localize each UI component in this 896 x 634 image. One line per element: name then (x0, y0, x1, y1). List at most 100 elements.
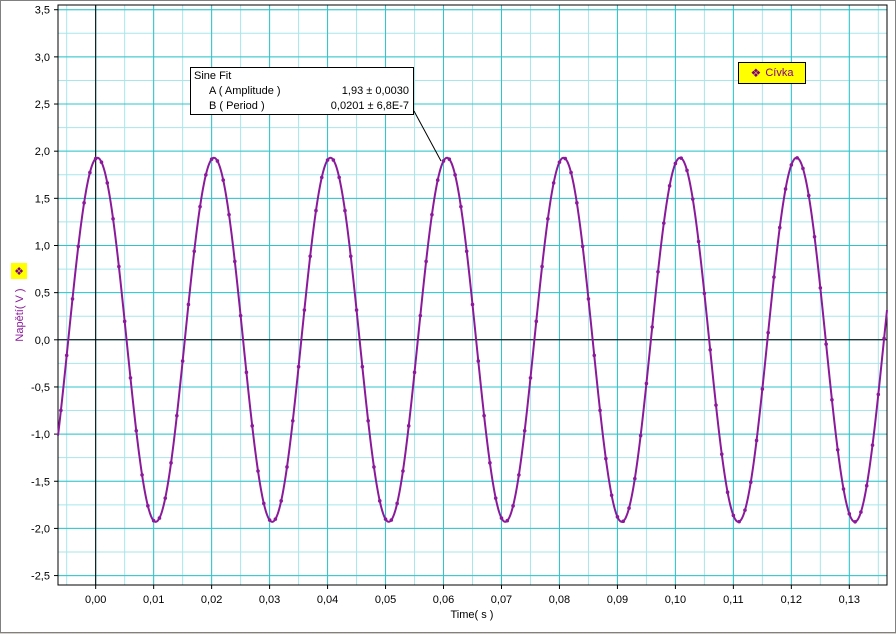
x-tick-label: 0,06 (433, 594, 454, 606)
data-point (522, 429, 527, 433)
graph-window: 0,00 0,01 0,02 0,03 0,04 0,05 0,06 0,07 0,08 0,09… (0, 0, 896, 633)
data-point (424, 259, 428, 264)
data-point (482, 413, 486, 418)
data-point (348, 254, 353, 259)
data-point (575, 201, 579, 205)
data-point (319, 175, 324, 180)
data-point (250, 424, 255, 428)
data-point (279, 499, 283, 503)
data-point (233, 259, 237, 264)
data-point (882, 336, 886, 341)
fit-param-name: B ( Period ) (209, 100, 265, 112)
data-point (644, 381, 649, 386)
data-point (186, 302, 191, 307)
y-tick-label: 3,0 (35, 52, 50, 64)
data-point (134, 429, 139, 433)
data-point (783, 187, 788, 191)
y-axis-label: Napětí( V ) (14, 288, 26, 341)
y-tick-label: -2,0 (31, 523, 50, 535)
data-point (372, 465, 376, 469)
fit-title: Sine Fit (194, 70, 232, 82)
data-point (204, 173, 208, 177)
data-point (633, 476, 637, 481)
legend-label: Cívka (765, 67, 794, 79)
data-point (111, 217, 115, 221)
data-point (662, 221, 666, 225)
sine-fit-chart[interactable]: 0,00 0,01 0,02 0,03 0,04 0,05 0,06 0,07 0,08 0,09… (1, 1, 896, 634)
data-point (435, 178, 440, 182)
fit-param-row: B ( Period ) 0,0201 ± 6,8E-7 (191, 100, 413, 114)
data-point (343, 208, 347, 213)
data-point (551, 181, 556, 185)
data-point (238, 313, 243, 318)
data-point (528, 376, 533, 380)
y-tick-label: 2,0 (35, 146, 50, 158)
data-point (592, 353, 597, 358)
y-tick-label: -1,0 (31, 429, 50, 441)
data-point (325, 158, 330, 162)
x-tick-label: 0,08 (549, 594, 570, 606)
data-point (546, 217, 550, 221)
data-point (511, 504, 515, 508)
y-tick-label: 0,5 (35, 288, 50, 300)
data-point (505, 518, 510, 523)
data-point (696, 239, 701, 244)
data-point (830, 398, 834, 402)
data-point (169, 461, 173, 465)
data-point (667, 184, 672, 188)
data-point (360, 364, 365, 369)
data-point (470, 302, 475, 307)
data-point (859, 510, 863, 514)
data-point (453, 173, 457, 177)
data-point (331, 158, 336, 162)
data-point (690, 197, 695, 201)
data-point (354, 308, 359, 312)
data-point (760, 387, 765, 391)
data-point (70, 297, 75, 301)
data-point (801, 166, 805, 171)
data-point (105, 181, 110, 185)
data-point (818, 286, 823, 290)
data-point (273, 517, 278, 521)
sine-fit-box[interactable]: Sine Fit A ( Amplitude ) 1,93 ± 0,0030 B… (190, 67, 414, 115)
data-point (76, 244, 81, 249)
data-point (598, 408, 602, 413)
data-point (157, 516, 162, 520)
x-tick-label: 0,02 (201, 594, 222, 606)
data-point (146, 504, 150, 508)
data-point (540, 264, 544, 269)
data-point (296, 364, 301, 369)
data-point (719, 452, 724, 457)
data-point (580, 244, 585, 249)
x-tick-label: 0,00 (85, 594, 106, 606)
data-point (418, 313, 423, 318)
data-point (383, 517, 388, 521)
fit-param-value: 0,0201 ± 6,8E-7 (330, 100, 409, 112)
data-point (430, 212, 434, 217)
data-point (302, 308, 307, 312)
fit-param-name: A ( Amplitude ) (209, 85, 281, 97)
data-point (128, 376, 133, 380)
data-point (464, 249, 469, 254)
data-point (64, 353, 69, 358)
data-point (627, 506, 631, 510)
y-tick-label: 3,5 (35, 5, 50, 17)
data-point (586, 297, 591, 301)
data-point (406, 424, 411, 428)
data-point (789, 163, 794, 167)
legend-marker-icon: ❖ (750, 66, 762, 80)
data-point (262, 501, 266, 506)
y-axis-series-marker-icon[interactable]: ❖ (11, 263, 27, 279)
data-point (337, 175, 341, 180)
x-tick-label: 0,13 (839, 594, 860, 606)
x-tick-label: 0,04 (317, 594, 338, 606)
data-point (215, 159, 220, 163)
data-point (737, 519, 741, 524)
legend[interactable]: ❖ Cívka (738, 62, 806, 84)
data-point (847, 512, 852, 516)
data-point (569, 170, 573, 175)
data-point (835, 447, 840, 452)
data-point (256, 469, 260, 473)
y-tick-label: -0,5 (31, 382, 50, 394)
data-point (656, 269, 660, 274)
